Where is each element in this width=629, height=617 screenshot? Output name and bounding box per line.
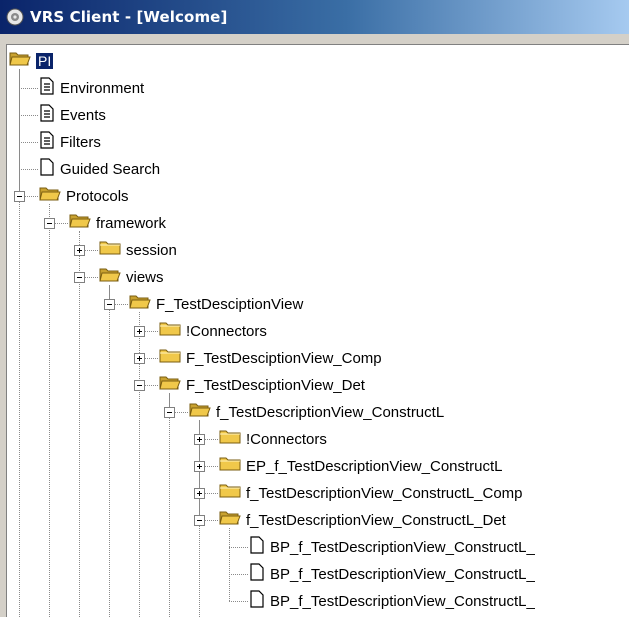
tree-node[interactable]: F_TestDesciptionView_Comp [159, 346, 382, 370]
collapse-toggle-minus[interactable] [104, 299, 115, 310]
tree-connector-line [169, 393, 171, 617]
tree-node-label[interactable]: Environment [60, 80, 144, 97]
tree-node[interactable]: views [99, 265, 164, 289]
expand-toggle-plus[interactable] [134, 326, 145, 337]
tree-node-label[interactable]: F_TestDesciptionView [156, 296, 303, 313]
app-window: VRS Client - [Welcome] PI Environment Even… [0, 0, 629, 617]
tree-node[interactable]: f_TestDescriptionView_ConstructL_Comp [219, 481, 523, 505]
collapse-toggle-minus[interactable] [74, 272, 85, 283]
tree-node[interactable]: session [99, 238, 177, 262]
folder-icon [219, 482, 241, 504]
tree-node[interactable]: PI [9, 49, 54, 73]
collapse-toggle-minus[interactable] [14, 191, 25, 202]
tree-node[interactable]: Filters [39, 130, 101, 154]
tree-node-label[interactable]: BP_f_TestDescriptionView_ConstructL_ [270, 566, 535, 583]
tree-node-label[interactable]: f_TestDescriptionView_ConstructL_Det [246, 512, 506, 529]
document-icon [39, 103, 55, 127]
tree-connector-stub [229, 547, 248, 549]
tree-connector-stub [229, 601, 248, 603]
collapse-toggle-minus[interactable] [134, 380, 145, 391]
tree-node[interactable]: !Connectors [159, 319, 267, 343]
tree-node[interactable]: F_TestDesciptionView [129, 292, 303, 316]
tree-node-label[interactable]: BP_f_TestDescriptionView_ConstructL_ [270, 539, 535, 556]
tree-node-label[interactable]: framework [96, 215, 166, 232]
tree-node-label[interactable]: F_TestDesciptionView_Det [186, 377, 365, 394]
tree-node-label[interactable]: f_TestDescriptionView_ConstructL_Comp [246, 485, 523, 502]
folder-open-icon [99, 266, 121, 288]
tree-connector-line [79, 231, 81, 617]
folder-open-icon [69, 212, 91, 234]
tree-node[interactable]: EP_f_TestDescriptionView_ConstructL [219, 454, 503, 478]
folder-icon [219, 455, 241, 477]
tree-node[interactable]: Events [39, 103, 106, 127]
tree-node-label[interactable]: BP_f_TestDescriptionView_ConstructL_ [270, 593, 535, 610]
expand-toggle-plus[interactable] [134, 353, 145, 364]
tree-connector-stub [19, 169, 38, 171]
tree-node[interactable]: Guided Search [39, 157, 160, 181]
tree-node[interactable]: F_TestDesciptionView_Det [159, 373, 365, 397]
expand-toggle-plus[interactable] [194, 488, 205, 499]
app-icon[interactable] [6, 8, 24, 26]
tree-node-label[interactable]: f_TestDescriptionView_ConstructL [216, 404, 444, 421]
folder-open-icon [129, 293, 151, 315]
blank-page-icon [39, 157, 55, 181]
folder-icon [99, 239, 121, 261]
tree-node[interactable]: framework [69, 211, 166, 235]
tree-connector-line [19, 69, 21, 617]
tree-node[interactable]: !Connectors [219, 427, 327, 451]
blank-page-icon [249, 562, 265, 586]
tree-connector-line [49, 204, 51, 617]
folder-open-icon [189, 401, 211, 423]
tree-node[interactable]: BP_f_TestDescriptionView_ConstructL_ [249, 562, 535, 586]
window-title: VRS Client - [Welcome] [30, 8, 228, 26]
blank-page-icon [249, 535, 265, 559]
tree-node-label[interactable]: Protocols [66, 188, 129, 205]
tree-connector-stub [19, 88, 38, 90]
folder-open-icon [39, 185, 61, 207]
tree-node[interactable]: f_TestDescriptionView_ConstructL [189, 400, 444, 424]
tree-node[interactable]: Protocols [39, 184, 129, 208]
tree-node-label[interactable]: !Connectors [186, 323, 267, 340]
folder-icon [159, 347, 181, 369]
tree-node-label[interactable]: Guided Search [60, 161, 160, 178]
expand-toggle-plus[interactable] [194, 434, 205, 445]
tree-node-label[interactable]: !Connectors [246, 431, 327, 448]
tree-connector-stub [229, 574, 248, 576]
folder-open-icon [9, 50, 31, 72]
tree-node-label[interactable]: F_TestDesciptionView_Comp [186, 350, 382, 367]
document-icon [39, 76, 55, 100]
tree-node-label[interactable]: EP_f_TestDescriptionView_ConstructL [246, 458, 503, 475]
tree-connector-line [229, 528, 231, 601]
tree-node-label[interactable]: Events [60, 107, 106, 124]
blank-page-icon [249, 589, 265, 613]
folder-open-icon [219, 509, 241, 531]
tree-node-label[interactable]: PI [36, 53, 54, 69]
tree-node[interactable]: BP_f_TestDescriptionView_ConstructL_ [249, 589, 535, 613]
tree-view[interactable]: PI Environment Events Filters Guided Search P… [6, 44, 629, 617]
collapse-toggle-minus[interactable] [164, 407, 175, 418]
folder-icon [219, 428, 241, 450]
folder-open-icon [159, 374, 181, 396]
tree-node[interactable]: f_TestDescriptionView_ConstructL_Det [219, 508, 506, 532]
tree-connector-line [109, 285, 111, 617]
expand-toggle-plus[interactable] [194, 461, 205, 472]
collapse-toggle-minus[interactable] [194, 515, 205, 526]
tree-connector-stub [19, 142, 38, 144]
title-bar[interactable]: VRS Client - [Welcome] [0, 0, 629, 34]
tree-node-label[interactable]: Filters [60, 134, 101, 151]
tree-connector-stub [19, 115, 38, 117]
tree-node-label[interactable]: session [126, 242, 177, 259]
tree-node[interactable]: Environment [39, 76, 144, 100]
tree-node-label[interactable]: views [126, 269, 164, 286]
expand-toggle-plus[interactable] [74, 245, 85, 256]
document-icon [39, 130, 55, 154]
tree-node[interactable]: BP_f_TestDescriptionView_ConstructL_ [249, 535, 535, 559]
collapse-toggle-minus[interactable] [44, 218, 55, 229]
folder-icon [159, 320, 181, 342]
